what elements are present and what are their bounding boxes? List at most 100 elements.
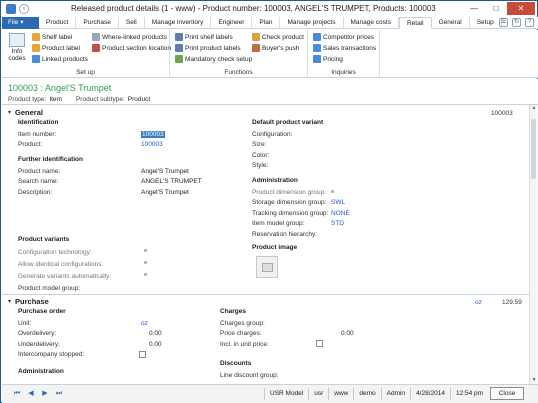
printer-icon [175,33,183,41]
item-number-field[interactable]: 100003 [141,130,165,138]
status-bar: ⏮ ◀ ▶ ⏭ USR Model usr www demo Admin 4/2… [2,384,538,403]
overdelivery-field[interactable]: 0.00 [149,330,162,337]
charges-title: Charges [220,308,247,315]
tab-product[interactable]: Product [39,17,77,29]
purchase-administration-section: Administration [18,368,198,378]
tab-general[interactable]: General [432,17,470,29]
print-product-labels-button[interactable]: Print product labels [175,44,241,52]
product-image-placeholder[interactable] [256,256,278,278]
product-label-button[interactable]: Product label [32,44,80,52]
fasttab-general-title: General [15,108,43,117]
next-record-icon[interactable]: ▶ [40,389,50,399]
previous-record-icon[interactable]: ◀ [26,389,36,399]
product-label: Product: [18,141,43,149]
check-product-button[interactable]: Check product [252,33,304,41]
buyers-push-button[interactable]: Buyer's push [252,44,299,52]
purchase-order-section: Purchase order Unit: oz Overdelivery: 0.… [18,308,198,360]
storage-dimension-group-link[interactable]: SWL [331,199,345,206]
maximize-button[interactable]: □ [485,2,507,15]
linked-products-icon [32,55,40,63]
tab-manage-projects[interactable]: Manage projects [280,17,344,29]
fasttab-purchase-title: Purchase [15,297,49,306]
title-bar: ‹ Released product details (1 - www) - P… [1,1,537,17]
competitor-prices-button[interactable]: Competitor prices [313,33,374,41]
product-variants-title: Product variants [18,236,70,243]
default-variant-section: Default product variant Configuration: S… [252,119,452,171]
competitor-prices-icon [313,33,321,41]
unit-link[interactable]: oz [141,320,148,327]
tab-engineer[interactable]: Engineer [211,17,253,29]
status-user: Admin [380,388,410,400]
linked-products-button[interactable]: Linked products [32,55,88,63]
print-shelf-labels-button[interactable]: Print shelf labels [175,33,233,41]
product-section-location-button[interactable]: Product section location [92,44,171,52]
tab-purchase[interactable]: Purchase [76,17,119,29]
status-date: 4/28/2014 [410,388,450,400]
shelf-label-button[interactable]: Shelf label [32,33,72,41]
info-codes-button[interactable]: Info codes [6,33,28,62]
tab-setup[interactable]: Setup [470,17,502,29]
further-identification-title: Further identification [18,156,83,163]
minimize-button[interactable]: — [463,2,485,15]
print-shelf-labels-label: Print shelf labels [185,33,233,41]
refresh-icon[interactable]: ↻ [512,18,521,27]
back-arrow-icon[interactable]: ‹ [19,4,29,14]
sales-transactions-button[interactable]: Sales transactions [313,44,376,52]
where-linked-label: Where-linked products [102,33,168,41]
last-record-icon[interactable]: ⏭ [54,389,64,399]
scroll-up-icon[interactable]: ▲ [530,105,538,113]
product-dimension-group-field[interactable] [331,190,334,193]
product-type-value: Item [49,96,62,103]
underdelivery-label: Underdelivery: [18,340,60,348]
fasttab-purchase[interactable]: ▾ Purchase [8,297,49,306]
file-tab[interactable]: File ▾ [2,17,39,29]
incl-unit-price-checkbox[interactable] [316,340,323,347]
discounts-section: Discounts Line discount group: [220,360,380,381]
configuration-technology-field[interactable] [144,249,147,252]
status-time: 12:54 pm [449,388,488,400]
pricing-button[interactable]: Pricing [313,55,343,63]
tab-sell[interactable]: Sell [119,17,145,29]
ribbon-group-label-inquiries: Inquiries [331,69,356,76]
scroll-thumb[interactable] [531,119,536,179]
reservation-hierarchy-label: Reservation hierarchy: [252,230,318,238]
help-icon[interactable]: ? [525,18,534,27]
item-model-group-link[interactable]: STD [331,220,344,227]
search-name-field[interactable]: ANGEL'S TRUMPET [141,178,202,185]
search-name-label: Search name: [18,178,59,186]
fasttab-general[interactable]: ▾ General [8,108,43,117]
mandatory-check-setup-button[interactable]: Mandatory check setup [175,55,252,63]
allow-identical-checkbox[interactable] [144,261,147,264]
tab-manage-inventory[interactable]: Manage inventory [145,17,212,29]
generate-variants-checkbox[interactable] [144,273,147,276]
price-charges-field[interactable]: 0.00 [341,330,354,337]
unit-label: Unit: [18,319,32,327]
pricing-icon [313,55,321,63]
info-codes-icon [9,33,25,47]
first-record-icon[interactable]: ⏮ [12,389,22,399]
product-name-field[interactable]: Angel'S Trumpet [141,168,189,175]
configuration-technology-label: Configuration technology: [18,248,92,256]
vertical-scrollbar[interactable]: ▲ ▼ [529,105,537,385]
close-button[interactable]: Close [490,387,524,400]
tab-retail[interactable]: Retail [398,17,432,29]
attachments-icon[interactable]: ☰ [499,18,508,27]
product-link[interactable]: 100003 [141,141,163,148]
storage-dimension-group-label: Storage dimension group: [252,199,327,207]
product-image-section: Product image [252,244,452,254]
product-image-title: Product image [252,244,298,251]
description-field[interactable]: Angel'S Trumpet [141,189,189,196]
header-subtitle: Product type: Item Product subtype: Produc… [8,96,150,103]
purchase-summary-unit-value: oz [475,299,482,306]
status-company: www [328,388,353,400]
tracking-dimension-group-link[interactable]: NONE [331,210,350,217]
tab-manage-costs[interactable]: Manage costs [344,17,399,29]
tab-plan[interactable]: Plan [252,17,281,29]
intercompany-stopped-checkbox[interactable] [139,350,146,358]
product-label-label: Product label [42,44,80,52]
underdelivery-field[interactable]: 0.00 [149,341,162,348]
where-linked-products-button[interactable]: Where-linked products [92,33,167,41]
product-subtype-value: Product [127,96,151,103]
file-tab-label: File [8,19,19,26]
close-window-button[interactable]: ✕ [507,2,535,15]
